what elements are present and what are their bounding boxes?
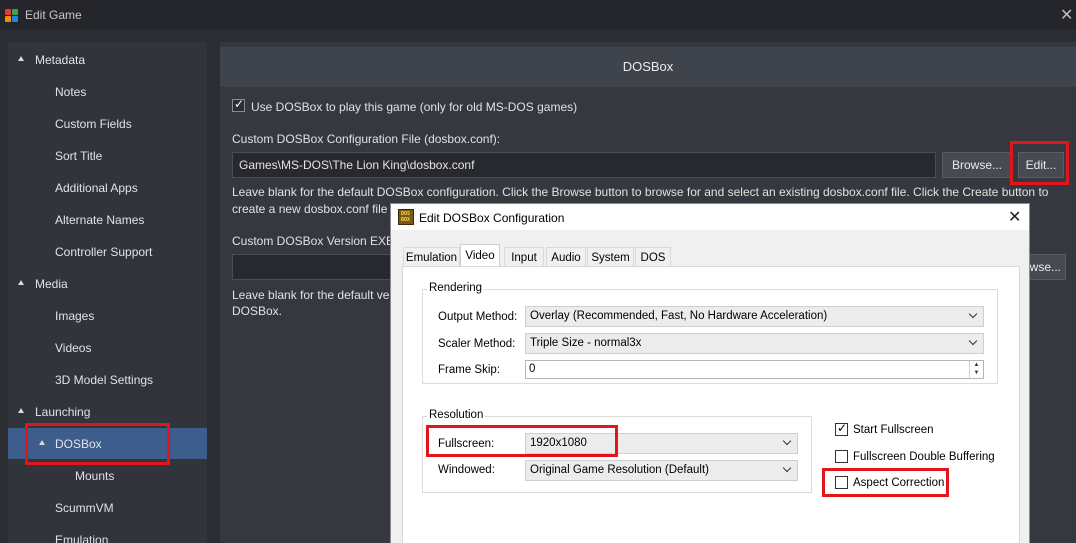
sidebar-item-3d-model-settings[interactable]: 3D Model Settings — [8, 366, 207, 394]
version-exe-input[interactable] — [232, 254, 392, 280]
launchbox-logo-icon — [5, 9, 18, 22]
aspect-correction-label: Aspect Correction — [853, 477, 945, 489]
use-dosbox-label: Use DOSBox to play this game (only for o… — [251, 100, 578, 114]
panel-header: DOSBox — [220, 47, 1076, 87]
sidebar-item-scummvm[interactable]: ScummVM — [8, 494, 207, 522]
window-title: Edit Game — [25, 8, 82, 22]
sidebar-item-images[interactable]: Images — [8, 302, 207, 330]
frame-skip-stepper[interactable]: 0 ▲ ▼ — [525, 360, 984, 379]
sidebar-item-dosbox[interactable]: DOSBox — [8, 428, 207, 459]
sidebar-item-label: DOSBox — [55, 437, 102, 451]
resolution-group — [422, 416, 812, 493]
scaler-method-label: Scaler Method: — [438, 338, 516, 350]
sidebar-item-label: 3D Model Settings — [55, 373, 154, 387]
windowed-resolution-value: Original Game Resolution (Default) — [530, 464, 709, 476]
tab-input[interactable]: Input — [504, 247, 544, 267]
fullscreen-label: Fullscreen: — [438, 438, 495, 450]
chevron-down-icon — [968, 309, 978, 319]
config-help-text-2: create a new dosbox.conf file — [232, 202, 388, 216]
scaler-method-select[interactable]: Triple Size - normal3x — [525, 333, 984, 354]
fullscreen-resolution-value: 1920x1080 — [530, 437, 587, 449]
version-help-text-2: DOSBox. — [232, 304, 283, 318]
windowed-resolution-select[interactable]: Original Game Resolution (Default) — [525, 460, 798, 481]
fullscreen-resolution-select[interactable]: 1920x1080 — [525, 433, 798, 454]
dialog-titlebar: DOS BOX Edit DOSBox Configuration ✕ — [391, 204, 1029, 230]
expand-triangle-icon[interactable] — [18, 280, 24, 285]
sidebar-item-media[interactable]: Media — [8, 270, 207, 298]
sidebar-item-label: Mounts — [75, 469, 115, 483]
fullscreen-double-buffering-checkbox[interactable] — [835, 450, 848, 463]
dosbox-icon-text: BOX — [401, 217, 411, 223]
sidebar-item-videos[interactable]: Videos — [8, 334, 207, 362]
frame-skip-value: 0 — [529, 363, 536, 375]
sidebar-item-additional-apps[interactable]: Additional Apps — [8, 174, 207, 202]
aspect-correction-checkbox[interactable] — [835, 476, 848, 489]
scaler-method-value: Triple Size - normal3x — [530, 337, 642, 349]
sidebar-item-label: Notes — [55, 85, 87, 99]
rendering-group-title: Rendering — [427, 282, 485, 294]
sidebar-item-sort-title[interactable]: Sort Title — [8, 142, 207, 170]
tab-emulation[interactable]: Emulation — [403, 247, 460, 267]
version-help-text: Leave blank for the default ve — [232, 288, 390, 302]
edit-dosbox-config-dialog: DOS BOX Edit DOSBox Configuration ✕ Emul… — [390, 203, 1030, 543]
sidebar-item-metadata[interactable]: Metadata — [8, 46, 207, 74]
sidebar-item-label: Alternate Names — [55, 213, 145, 227]
sidebar-item-label: Metadata — [35, 53, 86, 67]
start-fullscreen-checkbox[interactable] — [835, 421, 848, 436]
tab-video[interactable]: Video — [460, 244, 500, 268]
chevron-down-icon — [782, 436, 792, 446]
tab-system[interactable]: System — [587, 247, 634, 267]
sidebar-item-custom-fields[interactable]: Custom Fields — [8, 110, 207, 138]
chevron-down-icon — [782, 463, 792, 473]
config-file-label: Custom DOSBox Configuration File (dosbox… — [232, 132, 501, 146]
sidebar-item-controller-support[interactable]: Controller Support — [8, 238, 207, 266]
tab-audio[interactable]: Audio — [546, 247, 586, 267]
sidebar-item-emulation[interactable]: Emulation — [8, 526, 207, 543]
fullscreen-double-buffering-label: Fullscreen Double Buffering — [853, 451, 995, 463]
sidebar-item-label: Additional Apps — [55, 181, 138, 195]
sidebar-item-label: ScummVM — [55, 501, 114, 515]
resolution-group-title: Resolution — [427, 409, 486, 421]
version-exe-label: Custom DOSBox Version EXE — [232, 234, 395, 248]
use-dosbox-checkbox[interactable] — [232, 97, 245, 112]
sidebar-item-label: Sort Title — [55, 149, 103, 163]
expand-triangle-icon[interactable] — [18, 56, 24, 61]
stepper-arrows-icon[interactable]: ▲ ▼ — [969, 361, 983, 378]
sidebar-item-label: Custom Fields — [55, 117, 132, 131]
window-titlebar: Edit Game ✕ — [0, 0, 1076, 30]
sidebar-item-alternate-names[interactable]: Alternate Names — [8, 206, 207, 234]
sidebar-item-label: Images — [55, 309, 95, 323]
window-close-icon[interactable]: ✕ — [1060, 5, 1073, 25]
sidebar-item-label: Launching — [35, 405, 91, 419]
chevron-down-icon — [968, 336, 978, 346]
output-method-value: Overlay (Recommended, Fast, No Hardware … — [530, 310, 828, 322]
dialog-close-icon[interactable]: ✕ — [1008, 207, 1021, 227]
output-method-select[interactable]: Overlay (Recommended, Fast, No Hardware … — [525, 306, 984, 327]
output-method-label: Output Method: — [438, 311, 518, 323]
sidebar-item-mounts[interactable]: Mounts — [8, 462, 207, 490]
dialog-title: Edit DOSBox Configuration — [419, 211, 565, 225]
browse-config-button[interactable]: Browse... — [942, 152, 1012, 178]
sidebar-item-launching[interactable]: Launching — [8, 398, 207, 426]
sidebar-item-label: Videos — [55, 341, 92, 355]
video-tab-page: Rendering Output Method: Overlay (Recomm… — [402, 266, 1020, 543]
windowed-label: Windowed: — [438, 464, 495, 476]
sidebar-item-notes[interactable]: Notes — [8, 78, 207, 106]
tab-dos[interactable]: DOS — [635, 247, 671, 267]
edit-config-button[interactable]: Edit... — [1018, 152, 1064, 178]
sidebar-item-label: Emulation — [55, 533, 109, 543]
sidebar-nav: Metadata Notes Custom Fields Sort Title … — [8, 42, 207, 543]
sidebar-item-label: Media — [35, 277, 68, 291]
config-file-input[interactable]: Games\MS-DOS\The Lion King\dosbox.conf — [232, 152, 936, 178]
expand-triangle-icon[interactable] — [18, 408, 24, 413]
frame-skip-label: Frame Skip: — [438, 364, 500, 376]
start-fullscreen-label: Start Fullscreen — [853, 424, 934, 436]
dosbox-app-icon: DOS BOX — [398, 209, 414, 225]
sidebar-item-label: Controller Support — [55, 245, 153, 259]
config-help-text: Leave blank for the default DOSBox confi… — [232, 185, 1049, 199]
expand-triangle-icon[interactable] — [39, 440, 45, 445]
panel-title: DOSBox — [622, 59, 674, 74]
